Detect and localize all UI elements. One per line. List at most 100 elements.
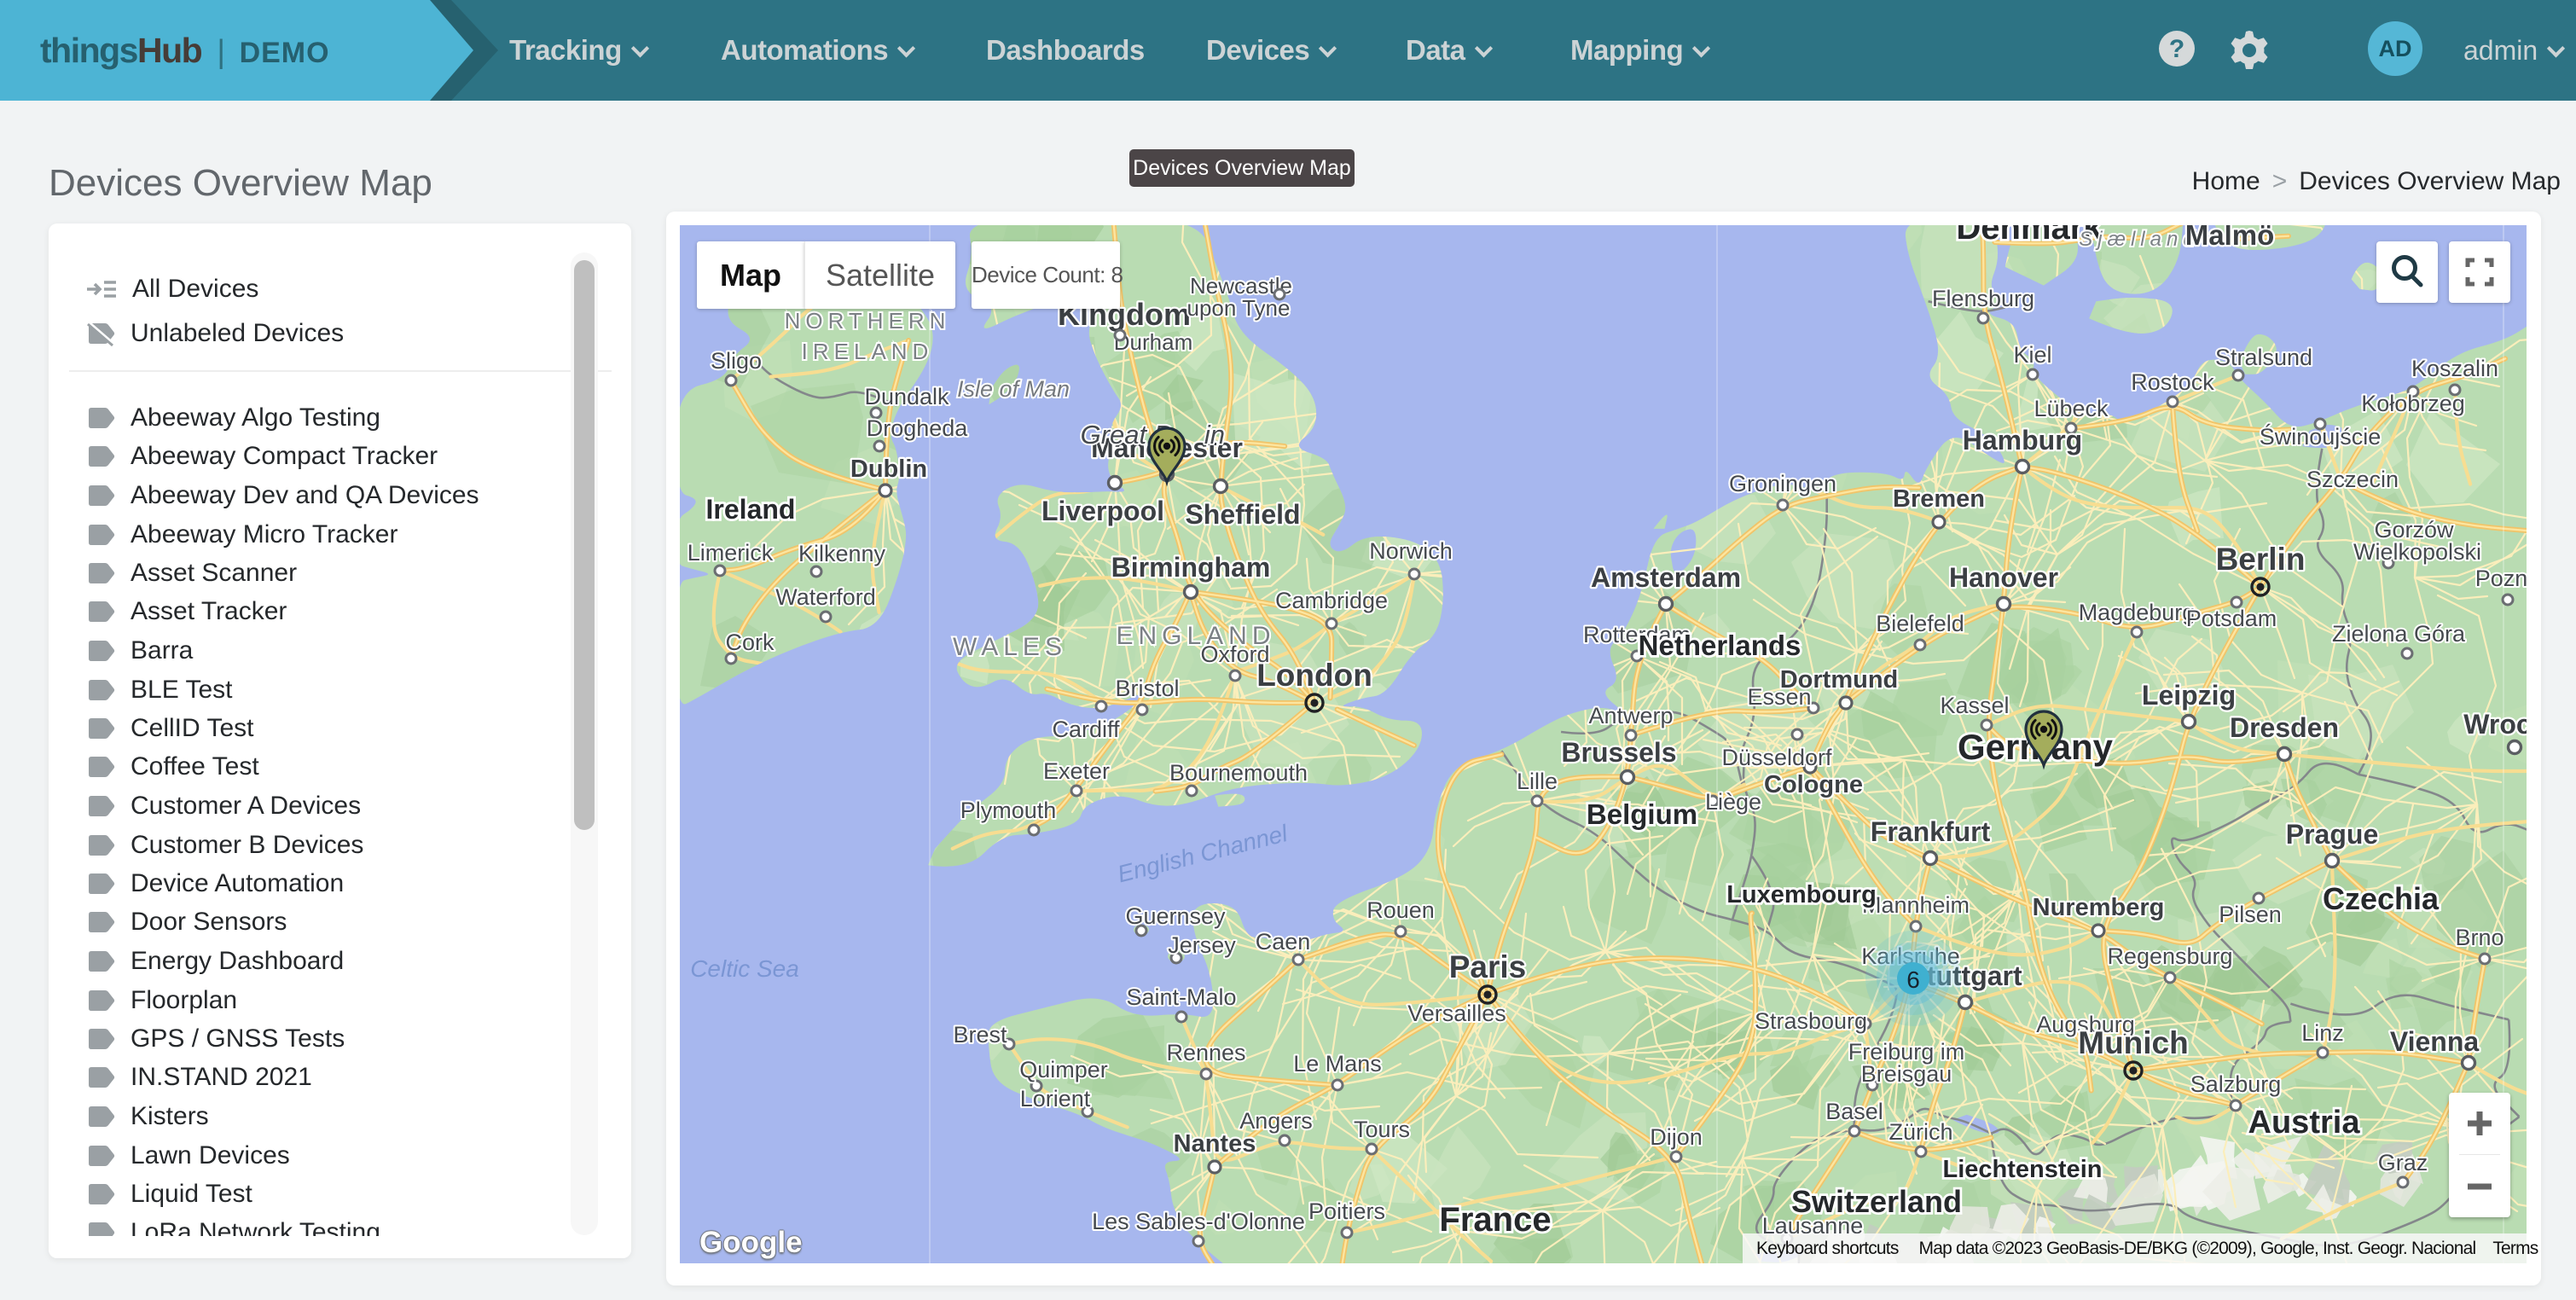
svg-text:Switzerland: Switzerland	[1791, 1184, 1962, 1219]
svg-text:Exeter: Exeter	[1043, 758, 1110, 784]
svg-text:Waterford: Waterford	[775, 584, 876, 610]
svg-text:Vienna: Vienna	[2390, 1026, 2480, 1057]
svg-text:Dublin: Dublin	[850, 456, 927, 483]
svg-text:Liège: Liège	[1705, 789, 1761, 815]
svg-text:Magdeburg: Magdeburg	[2079, 600, 2196, 625]
svg-text:Bournemouth: Bournemouth	[1169, 760, 1308, 786]
svg-text:Hamburg: Hamburg	[1963, 425, 2082, 456]
svg-text:Cork: Cork	[725, 630, 775, 655]
svg-text:Netherlands: Netherlands	[1639, 630, 1801, 661]
svg-text:Liverpool: Liverpool	[1041, 496, 1164, 526]
svg-text:Zürich: Zürich	[1888, 1119, 1952, 1145]
svg-text:Paris: Paris	[1449, 949, 1527, 984]
svg-text:Kassel: Kassel	[1940, 693, 2009, 718]
svg-text:Salzburg: Salzburg	[2190, 1071, 2282, 1097]
svg-text:Basel: Basel	[1825, 1099, 1883, 1124]
svg-text:London: London	[1256, 658, 1372, 693]
svg-text:Isle of Man: Isle of Man	[957, 376, 1070, 402]
svg-text:Bielefeld: Bielefeld	[1876, 611, 1964, 636]
svg-text:Dijon: Dijon	[1650, 1124, 1703, 1150]
svg-text:Drogheda: Drogheda	[867, 415, 969, 441]
svg-text:Szczecin: Szczecin	[2306, 467, 2399, 492]
svg-text:Nantes: Nantes	[1174, 1130, 1256, 1158]
svg-text:Plymouth: Plymouth	[960, 798, 1057, 823]
svg-text:Jersey: Jersey	[1168, 932, 1236, 958]
svg-text:6: 6	[1906, 966, 1920, 993]
svg-text:France: France	[1439, 1201, 1551, 1239]
svg-text:Brest: Brest	[953, 1022, 1007, 1048]
svg-text:Liechtenstein: Liechtenstein	[1943, 1156, 2103, 1183]
svg-text:Celtic Sea: Celtic Sea	[690, 955, 799, 982]
svg-text:Limerick: Limerick	[688, 540, 774, 566]
svg-text:Cambridge: Cambridge	[1275, 588, 1388, 613]
svg-text:Lille: Lille	[1517, 769, 1558, 794]
svg-text:Le Mans: Le Mans	[1293, 1051, 1382, 1077]
svg-text:Graz: Graz	[2378, 1150, 2428, 1175]
svg-text:Berlin: Berlin	[2216, 542, 2306, 577]
svg-text:Kiel: Kiel	[2013, 342, 2051, 368]
svg-text:NORTHERN: NORTHERN	[785, 308, 951, 334]
svg-text:Zielona Góra: Zielona Góra	[2332, 621, 2466, 647]
svg-text:Prague: Prague	[2286, 819, 2378, 850]
svg-text:Rouen: Rouen	[1366, 897, 1435, 923]
svg-text:Kilkenny: Kilkenny	[798, 541, 886, 566]
svg-text:Leipzig: Leipzig	[2142, 680, 2236, 711]
svg-text:Essen: Essen	[1747, 684, 1811, 710]
svg-text:Regensburg: Regensburg	[2107, 943, 2232, 969]
svg-text:Luxembourg: Luxembourg	[1726, 881, 1877, 908]
svg-text:Tours: Tours	[1354, 1117, 1410, 1142]
svg-text:Lübeck: Lübeck	[2034, 396, 2109, 421]
svg-text:Cologne: Cologne	[1764, 771, 1863, 798]
svg-text:Nuremberg: Nuremberg	[2033, 894, 2165, 921]
svg-text:Kołobrzeg: Kołobrzeg	[2361, 391, 2465, 416]
svg-text:Poitiers: Poitiers	[1308, 1198, 1385, 1224]
svg-text:Potsdam: Potsdam	[2186, 606, 2277, 631]
svg-text:Brno: Brno	[2455, 925, 2503, 950]
svg-text:Wroc: Wroc	[2463, 709, 2527, 740]
svg-text:upon Tyne: upon Tyne	[1187, 295, 1291, 321]
svg-text:Lorient: Lorient	[1020, 1086, 1091, 1111]
svg-text:in: in	[1204, 420, 1225, 450]
svg-text:Guernsey: Guernsey	[1125, 903, 1226, 929]
svg-text:Birmingham: Birmingham	[1111, 552, 1271, 583]
svg-text:Koszalin: Koszalin	[2411, 356, 2498, 381]
svg-text:Munich: Munich	[2078, 1025, 2188, 1060]
svg-text:Belgium: Belgium	[1587, 798, 1697, 830]
svg-text:Groningen: Groningen	[1729, 471, 1836, 496]
svg-text:Pozna: Pozna	[2475, 566, 2527, 591]
svg-text:Düsseldorf: Düsseldorf	[1721, 745, 1832, 770]
svg-text:Ireland: Ireland	[706, 494, 796, 525]
svg-text:Caen: Caen	[1256, 929, 1311, 955]
svg-text:Flensburg: Flensburg	[1932, 286, 2034, 311]
svg-text:Les Sables-d'Olonne: Les Sables-d'Olonne	[1092, 1209, 1305, 1234]
svg-text:Quimper: Quimper	[1019, 1057, 1108, 1082]
svg-text:Mannheim: Mannheim	[1862, 892, 1970, 918]
svg-text:ENGLAND: ENGLAND	[1116, 622, 1275, 650]
svg-text:Sheffield: Sheffield	[1185, 499, 1300, 530]
svg-text:Bristol: Bristol	[1115, 676, 1179, 701]
svg-text:Malmö: Malmö	[2185, 225, 2275, 251]
svg-text:Frankfurt: Frankfurt	[1871, 816, 1991, 847]
svg-text:Strasbourg: Strasbourg	[1755, 1008, 1867, 1034]
svg-text:Saint-Malo: Saint-Malo	[1126, 984, 1236, 1010]
svg-text:Norwich: Norwich	[1369, 538, 1453, 564]
svg-text:Rostock: Rostock	[2131, 369, 2214, 395]
svg-text:Dundalk: Dundalk	[864, 384, 949, 409]
svg-text:Cardiff: Cardiff	[1052, 717, 1120, 742]
svg-text:Czechia: Czechia	[2323, 881, 2440, 916]
svg-text:Brussels: Brussels	[1561, 737, 1676, 768]
svg-text:Świnoujście: Świnoujście	[2260, 422, 2382, 450]
svg-text:IRELAND: IRELAND	[802, 339, 934, 364]
svg-text:Dresden: Dresden	[2230, 712, 2339, 743]
svg-text:WALES: WALES	[953, 633, 1067, 661]
svg-text:Linz: Linz	[2301, 1020, 2344, 1046]
svg-text:Amsterdam: Amsterdam	[1591, 562, 1741, 593]
svg-text:Versailles: Versailles	[1407, 1001, 1506, 1026]
svg-text:Stralsund: Stralsund	[2215, 345, 2312, 370]
svg-text:Pilsen: Pilsen	[2219, 902, 2282, 927]
svg-text:Wielkopolski: Wielkopolski	[2353, 539, 2481, 565]
svg-text:Austria: Austria	[2248, 1105, 2361, 1140]
svg-text:Sjælland: Sjælland	[2079, 228, 2199, 251]
svg-text:Bremen: Bremen	[1893, 485, 1985, 513]
svg-text:Rennes: Rennes	[1166, 1040, 1245, 1065]
